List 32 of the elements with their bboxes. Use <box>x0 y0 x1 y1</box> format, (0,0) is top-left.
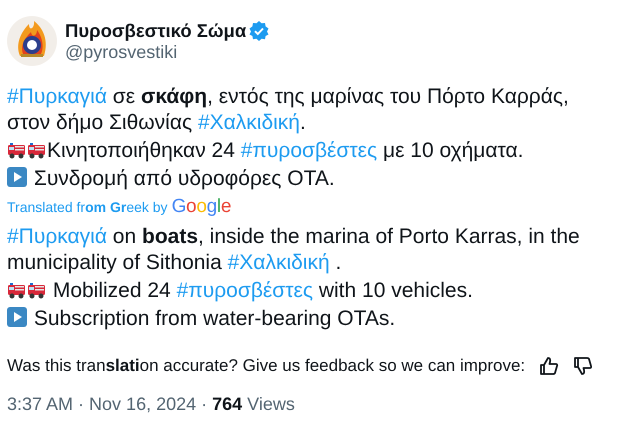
hashtag-link[interactable]: #πυροσβέστες <box>176 279 313 302</box>
hashtag-link[interactable]: #Χαλκιδική <box>198 111 300 134</box>
hashtag-link[interactable]: #Χαλκιδική <box>228 251 330 274</box>
google-logo[interactable]: Google <box>172 196 232 218</box>
play-icon <box>7 307 27 327</box>
tweet-text: #Πυρκαγιά σε σκάφη, εντός της μαρίνας του Πόρτο Καρράς, στον δήμο Σιθωνίας #Χαλκιδική. <box>7 84 570 136</box>
account-handle[interactable]: @pyrosvestiki <box>65 42 270 62</box>
views-label: Views <box>247 394 295 415</box>
fire-truck-icon <box>27 142 46 159</box>
post-date: Nov 16, 2024 <box>89 394 196 415</box>
post-time: 3:37 AM <box>7 394 74 415</box>
tweet-text: Mobilized 24 #πυροσβέστες with 10 vehicles. <box>7 278 610 304</box>
tweet-text: Κινητοποιήθηκαν 24 #πυροσβέστες με 10 οχήματα. <box>7 138 610 164</box>
tweet-text: Subscription from water-bearing OTAs. <box>7 306 610 332</box>
tweet-text: Συνδρομή από υδροφόρες ΟΤΑ. <box>7 166 610 192</box>
fire-truck-icon <box>7 142 26 159</box>
play-icon <box>7 167 27 187</box>
fire-truck-icon <box>27 282 46 299</box>
thumbs-up-icon[interactable] <box>539 356 560 376</box>
views-count: 764 <box>212 394 242 415</box>
feedback-question: Was this translation accurate? Give us feedback so we can improve: <box>7 356 526 376</box>
avatar[interactable] <box>7 16 57 66</box>
tweet-text: #Πυρκαγιά on boats, inside the marina of Porto Karras, in the municipality of Sithonia #Χαλκιδική . <box>7 224 581 276</box>
separator-dot: · <box>201 394 208 415</box>
translation-note: Translated from Greek by <box>7 199 168 215</box>
hashtag-link[interactable]: #Πυρκαγιά <box>7 85 107 108</box>
fire-truck-icon <box>7 282 26 299</box>
separator-dot: · <box>78 394 84 415</box>
account-name[interactable]: Πυροσβεστικό Σώμα <box>65 20 246 42</box>
thumbs-down-icon[interactable] <box>573 356 594 376</box>
hashtag-link[interactable]: #Πυρκαγιά <box>7 225 107 248</box>
hashtag-link[interactable]: #πυροσβέστες <box>240 139 378 162</box>
